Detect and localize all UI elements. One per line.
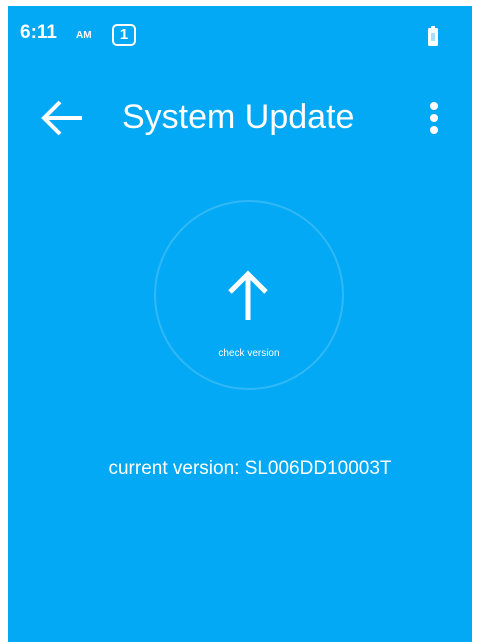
- check-version-label: check version: [218, 348, 280, 359]
- check-version-button[interactable]: check version: [154, 200, 344, 390]
- notification-badge-icon: 1: [112, 24, 136, 46]
- system-update-screen: 6:11 AM 1 System Update check version cu…: [8, 6, 472, 642]
- overflow-menu-icon: [430, 102, 438, 134]
- status-time: 6:11: [20, 22, 57, 43]
- current-version-text: current version: SL006DD10003T: [108, 458, 392, 479]
- status-ampm: AM: [76, 30, 92, 41]
- back-arrow-icon: [41, 100, 82, 136]
- battery-icon: [428, 26, 438, 46]
- page-title: System Update: [122, 98, 355, 136]
- overflow-menu-button[interactable]: [416, 94, 452, 142]
- up-arrow-icon: [228, 270, 268, 320]
- back-button[interactable]: [36, 94, 92, 142]
- status-bar: 6:11 AM 1: [8, 6, 472, 56]
- app-bar: System Update: [8, 86, 472, 150]
